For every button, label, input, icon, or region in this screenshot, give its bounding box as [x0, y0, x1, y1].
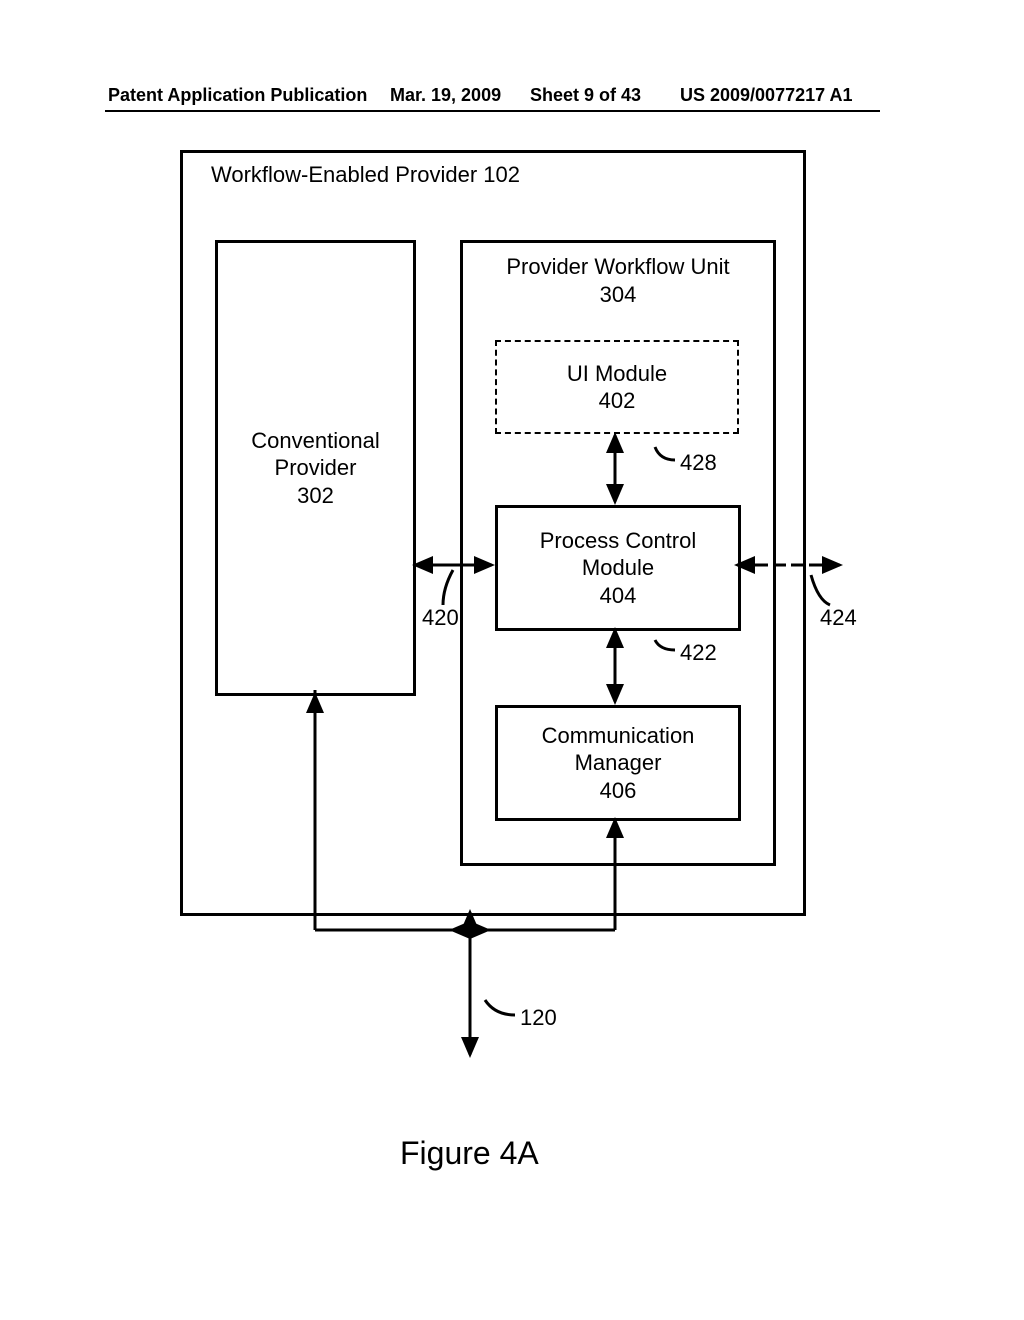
ui-module-label-1: UI Module — [567, 360, 667, 388]
diagram-canvas: Workflow-Enabled Provider 102 Convention… — [160, 150, 860, 1190]
header-pubno: US 2009/0077217 A1 — [680, 85, 852, 106]
figure-caption: Figure 4A — [400, 1135, 539, 1172]
process-control-module-label-2: Module — [582, 554, 654, 582]
workflow-enabled-provider-label: Workflow-Enabled Provider 102 — [211, 161, 520, 189]
conventional-provider-label-2: Provider — [275, 454, 357, 482]
conventional-provider-label-3: 302 — [297, 482, 334, 510]
ref-428: 428 — [680, 450, 717, 476]
ui-module-box: UI Module 402 — [495, 340, 739, 434]
ref-420: 420 — [422, 605, 459, 631]
ref-422: 422 — [680, 640, 717, 666]
process-control-module-label-3: 404 — [600, 582, 637, 610]
communication-manager-label-3: 406 — [600, 777, 637, 805]
process-control-module-label-1: Process Control — [540, 527, 697, 555]
communication-manager-label-2: Manager — [575, 749, 662, 777]
provider-workflow-unit-label-1: Provider Workflow Unit — [506, 253, 729, 281]
provider-workflow-unit-label-2: 304 — [600, 281, 637, 309]
header-date: Mar. 19, 2009 — [390, 85, 501, 106]
communication-manager-box: Communication Manager 406 — [495, 705, 741, 821]
header-divider — [105, 110, 880, 112]
header-publication: Patent Application Publication — [108, 85, 367, 106]
conventional-provider-label-1: Conventional — [251, 427, 379, 455]
conventional-provider-box: Conventional Provider 302 — [215, 240, 416, 696]
communication-manager-label-1: Communication — [542, 722, 695, 750]
ref-424: 424 — [820, 605, 857, 631]
ui-module-label-2: 402 — [599, 387, 636, 415]
process-control-module-box: Process Control Module 404 — [495, 505, 741, 631]
header-sheet: Sheet 9 of 43 — [530, 85, 641, 106]
ref-120: 120 — [520, 1005, 557, 1031]
